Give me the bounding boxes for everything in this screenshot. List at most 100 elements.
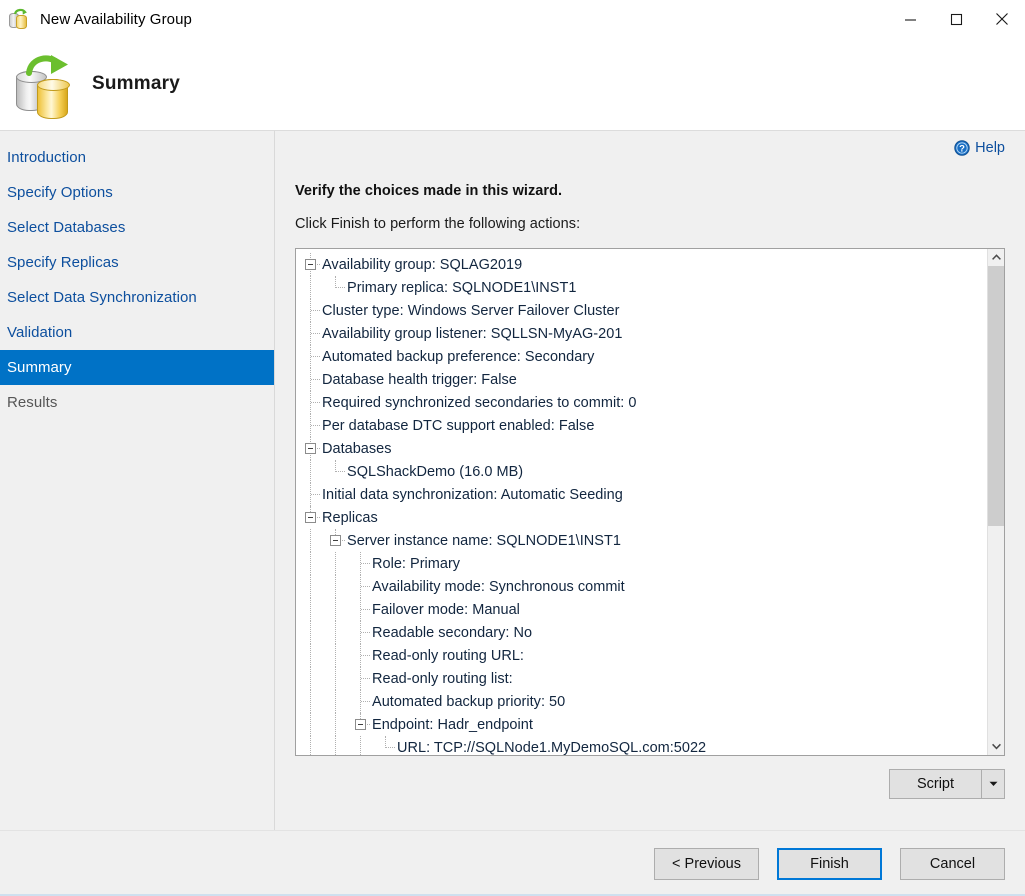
title-bar: New Availability Group bbox=[0, 0, 1025, 38]
tree-item-label: Availability group: SQLAG2019 bbox=[322, 256, 523, 273]
tree-expander-icon[interactable] bbox=[305, 259, 316, 270]
tree-item[interactable]: Availability group: SQLAG2019 bbox=[296, 253, 987, 276]
tree-item[interactable]: Replicas bbox=[296, 506, 987, 529]
tree-item[interactable]: Readable secondary: No bbox=[296, 621, 987, 644]
tree-guide bbox=[310, 621, 311, 644]
tree-item-label: Required synchronized secondaries to com… bbox=[322, 394, 637, 411]
sidebar-item-validation[interactable]: Validation bbox=[0, 315, 274, 350]
tree-elbow bbox=[361, 563, 370, 564]
tree-item[interactable]: Per database DTC support enabled: False bbox=[296, 414, 987, 437]
maximize-icon[interactable] bbox=[933, 0, 979, 38]
tree-elbow bbox=[311, 494, 320, 495]
tree-item[interactable]: URL: TCP://SQLNode1.MyDemoSQL.com:5022 bbox=[296, 736, 987, 755]
cancel-button[interactable]: Cancel bbox=[900, 847, 1005, 880]
page-title: Summary bbox=[92, 73, 180, 94]
tree-item[interactable]: Automated backup priority: 50 bbox=[296, 690, 987, 713]
tree-scrollbar[interactable] bbox=[987, 249, 1004, 755]
tree-item[interactable]: Availability group listener: SQLLSN-MyAG… bbox=[296, 322, 987, 345]
tree-expander-icon[interactable] bbox=[305, 443, 316, 454]
wizard-content: ? Help Verify the choices made in this w… bbox=[275, 130, 1025, 830]
finish-button[interactable]: Finish bbox=[777, 847, 882, 880]
tree-elbow bbox=[361, 632, 370, 633]
tree-guide bbox=[310, 690, 311, 713]
tree-item-label: Database health trigger: False bbox=[322, 371, 517, 388]
tree-guide bbox=[310, 598, 311, 621]
page-header: Summary bbox=[0, 38, 1025, 130]
tree-guide bbox=[335, 552, 336, 575]
sidebar-item-specify-options[interactable]: Specify Options bbox=[0, 175, 274, 210]
tree-elbow bbox=[361, 655, 370, 656]
scrollbar-thumb[interactable] bbox=[988, 266, 1004, 526]
scroll-up-icon[interactable] bbox=[988, 249, 1004, 266]
sidebar-item-select-databases[interactable]: Select Databases bbox=[0, 210, 274, 245]
tree-expander-icon[interactable] bbox=[355, 719, 366, 730]
tree-item[interactable]: Failover mode: Manual bbox=[296, 598, 987, 621]
tree-item[interactable]: Database health trigger: False bbox=[296, 368, 987, 391]
tree-guide bbox=[335, 667, 336, 690]
minimize-icon[interactable] bbox=[887, 0, 933, 38]
tree-elbow bbox=[361, 701, 370, 702]
tree-item[interactable]: Initial data synchronization: Automatic … bbox=[296, 483, 987, 506]
tree-item-label: Availability group listener: SQLLSN-MyAG… bbox=[322, 325, 623, 342]
tree-item[interactable]: Primary replica: SQLNODE1\INST1 bbox=[296, 276, 987, 299]
tree-item[interactable]: Cluster type: Windows Server Failover Cl… bbox=[296, 299, 987, 322]
sidebar-item-specify-replicas[interactable]: Specify Replicas bbox=[0, 245, 274, 280]
tree-guide bbox=[310, 713, 311, 736]
tree-item-label: Primary replica: SQLNODE1\INST1 bbox=[347, 279, 577, 296]
tree-item-label: Automated backup priority: 50 bbox=[372, 693, 566, 710]
tree-elbow bbox=[311, 333, 320, 334]
tree-elbow bbox=[311, 402, 320, 403]
tree-item[interactable]: Server instance name: SQLNODE1\INST1 bbox=[296, 529, 987, 552]
help-icon: ? bbox=[954, 140, 970, 156]
tree-item[interactable]: SQLShackDemo (16.0 MB) bbox=[296, 460, 987, 483]
tree-elbow bbox=[311, 379, 320, 380]
scroll-down-icon[interactable] bbox=[988, 738, 1004, 755]
script-dropdown-button[interactable] bbox=[981, 769, 1005, 799]
tree-item-label: SQLShackDemo (16.0 MB) bbox=[347, 463, 524, 480]
help-link[interactable]: ? Help bbox=[954, 140, 1005, 156]
tree-guide bbox=[335, 736, 336, 755]
summary-tree[interactable]: Availability group: SQLAG2019 Primary rep… bbox=[296, 249, 987, 755]
tree-item-label: Read-only routing URL: bbox=[372, 647, 524, 664]
tree-item[interactable]: Required synchronized secondaries to com… bbox=[296, 391, 987, 414]
new-availability-group-window: New Availability Group Summary Introduct… bbox=[0, 0, 1025, 896]
scrollbar-track[interactable] bbox=[988, 266, 1004, 738]
sidebar-item-introduction[interactable]: Introduction bbox=[0, 140, 274, 175]
sidebar-item-results: Results bbox=[7, 394, 58, 411]
tree-item[interactable]: Read-only routing list: bbox=[296, 667, 987, 690]
tree-guide bbox=[310, 552, 311, 575]
tree-expander-icon[interactable] bbox=[305, 512, 316, 523]
close-icon[interactable] bbox=[979, 0, 1025, 38]
sidebar-item-summary[interactable]: Summary bbox=[0, 350, 274, 385]
script-button[interactable]: Script bbox=[889, 769, 981, 799]
script-split-button[interactable]: Script bbox=[889, 769, 1005, 799]
help-label: Help bbox=[975, 140, 1005, 156]
tree-guide bbox=[310, 736, 311, 755]
tree-item[interactable]: Role: Primary bbox=[296, 552, 987, 575]
tree-guide bbox=[310, 667, 311, 690]
tree-item-label: Endpoint: Hadr_endpoint bbox=[372, 716, 533, 733]
tree-item-label: Initial data synchronization: Automatic … bbox=[322, 486, 623, 503]
tree-guide bbox=[335, 690, 336, 713]
tree-guide bbox=[310, 276, 311, 299]
tree-item-label: Readable secondary: No bbox=[372, 624, 533, 641]
tree-item-label: Server instance name: SQLNODE1\INST1 bbox=[347, 532, 621, 549]
tree-item-label: URL: TCP://SQLNode1.MyDemoSQL.com:5022 bbox=[397, 739, 707, 756]
tree-item[interactable]: Endpoint: Hadr_endpoint bbox=[296, 713, 987, 736]
verify-heading: Verify the choices made in this wizard. bbox=[295, 183, 563, 199]
previous-button[interactable]: < Previous bbox=[654, 847, 759, 880]
tree-guide bbox=[335, 575, 336, 598]
tree-guide bbox=[360, 736, 361, 755]
sidebar-item-select-data-synchronization[interactable]: Select Data Synchronization bbox=[0, 280, 274, 315]
tree-guide bbox=[310, 644, 311, 667]
tree-item[interactable]: Availability mode: Synchronous commit bbox=[296, 575, 987, 598]
tree-guide bbox=[310, 460, 311, 483]
tree-expander-icon[interactable] bbox=[330, 535, 341, 546]
tree-item[interactable]: Read-only routing URL: bbox=[296, 644, 987, 667]
wizard-steps-sidebar: Introduction Specify Options Select Data… bbox=[0, 130, 275, 830]
tree-elbow bbox=[336, 287, 345, 288]
tree-item-label: Replicas bbox=[322, 509, 378, 526]
tree-item[interactable]: Databases bbox=[296, 437, 987, 460]
tree-item[interactable]: Automated backup preference: Secondary bbox=[296, 345, 987, 368]
tree-item-label: Read-only routing list: bbox=[372, 670, 513, 687]
